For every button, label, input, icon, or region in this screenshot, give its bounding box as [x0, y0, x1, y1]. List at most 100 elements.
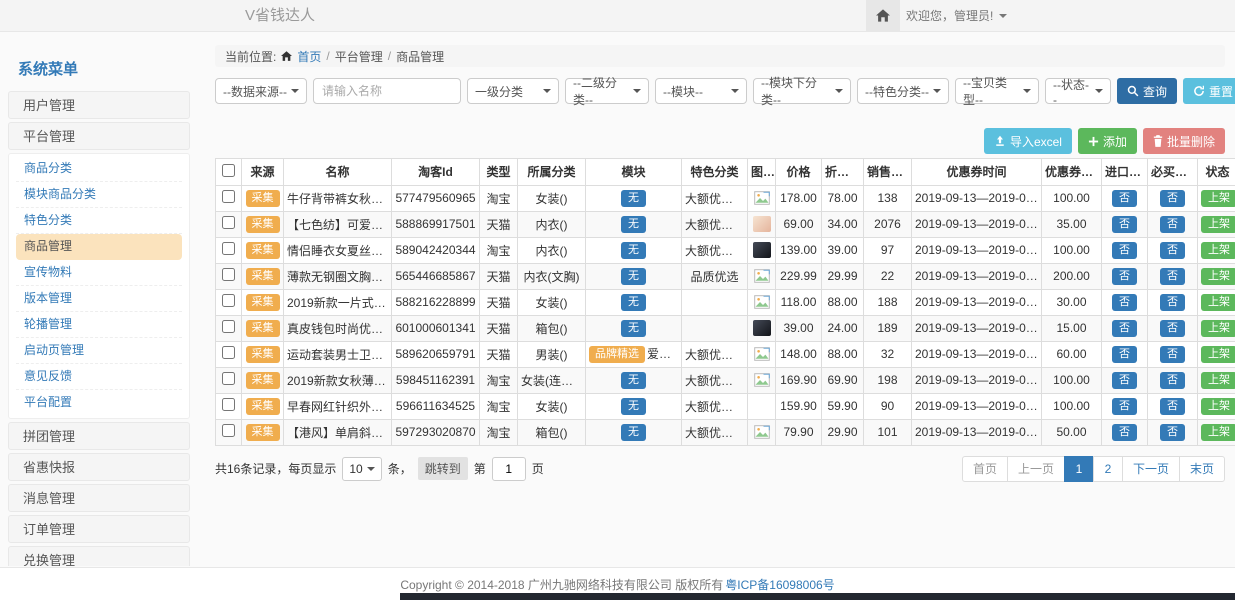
pager-item[interactable]: 首页: [962, 456, 1008, 482]
import-select-toggle[interactable]: 否: [1112, 216, 1137, 233]
item-type-select[interactable]: --宝贝类型--: [955, 78, 1039, 104]
import-select-toggle[interactable]: 否: [1112, 242, 1137, 259]
name-cell: 2019新款女秋薄款...: [284, 367, 392, 393]
must-buy-toggle[interactable]: 否: [1160, 294, 1185, 311]
sidebar-item-module-product-category[interactable]: 模块商品分类: [16, 182, 182, 208]
must-buy-toggle[interactable]: 否: [1160, 268, 1185, 285]
select-all-checkbox[interactable]: [222, 164, 235, 177]
module-none-badge[interactable]: 无: [621, 398, 646, 415]
query-button[interactable]: 查询: [1117, 78, 1177, 104]
status-toggle[interactable]: 上架: [1201, 216, 1235, 233]
feature-category-select[interactable]: --特色分类--: [857, 78, 949, 104]
row-checkbox[interactable]: [222, 398, 235, 411]
module-none-badge[interactable]: 无: [621, 190, 646, 207]
row-checkbox[interactable]: [222, 190, 235, 203]
module-none-badge[interactable]: 无: [621, 424, 646, 441]
coupon-time-cell: 2019-09-13—2019-09-18: [912, 211, 1042, 237]
must-buy-toggle[interactable]: 否: [1160, 398, 1185, 415]
row-checkbox[interactable]: [222, 424, 235, 437]
sidebar-item-version-management[interactable]: 版本管理: [16, 286, 182, 312]
reset-button[interactable]: 重置: [1183, 78, 1235, 104]
sidebar-item-product-management[interactable]: 商品管理: [16, 234, 182, 260]
icp-link[interactable]: 粤ICP备16098006号: [725, 576, 834, 593]
import-select-toggle[interactable]: 否: [1112, 424, 1137, 441]
status-toggle[interactable]: 上架: [1201, 190, 1235, 207]
status-toggle[interactable]: 上架: [1201, 346, 1235, 363]
level2-category-select[interactable]: --二级分类--: [565, 78, 649, 104]
pager-item[interactable]: 下一页: [1122, 456, 1180, 482]
batch-delete-button[interactable]: 批量删除: [1143, 128, 1225, 154]
sidebar-item-feedback[interactable]: 意见反馈: [16, 364, 182, 390]
pager-item[interactable]: 1: [1064, 456, 1094, 482]
table-row: 采集2019新款一片式系...588216228899天猫女装()无118.00…: [216, 289, 1235, 315]
sidebar-item-group-buy-management[interactable]: 拼团管理: [8, 422, 190, 450]
must-buy-toggle[interactable]: 否: [1160, 216, 1185, 233]
sidebar-item-user-management[interactable]: 用户管理: [8, 91, 190, 119]
module-none-badge[interactable]: 无: [621, 320, 646, 337]
records-count: 共16条记录，每页显示: [215, 460, 336, 477]
sidebar-item-promo-material[interactable]: 宣传物料: [16, 260, 182, 286]
sidebar-item-message-management[interactable]: 消息管理: [8, 484, 190, 512]
sidebar-item-carousel-management[interactable]: 轮播管理: [16, 312, 182, 338]
jump-button[interactable]: 跳转到: [418, 457, 468, 480]
module-subcategory-select[interactable]: --模块下分类--: [753, 78, 851, 104]
status-toggle[interactable]: 上架: [1201, 320, 1235, 337]
status-toggle[interactable]: 上架: [1201, 372, 1235, 389]
row-checkbox[interactable]: [222, 242, 235, 255]
pager-item[interactable]: 末页: [1179, 456, 1225, 482]
breadcrumb-home-link[interactable]: 首页: [297, 48, 321, 65]
sidebar-item-splash-page-management[interactable]: 启动页管理: [16, 338, 182, 364]
must-buy-toggle[interactable]: 否: [1160, 424, 1185, 441]
row-checkbox[interactable]: [222, 294, 235, 307]
status-toggle[interactable]: 上架: [1201, 268, 1235, 285]
import-select-toggle[interactable]: 否: [1112, 190, 1137, 207]
module-none-badge[interactable]: 无: [621, 216, 646, 233]
module-none-badge[interactable]: 无: [621, 294, 646, 311]
status-select[interactable]: --状态--: [1045, 78, 1111, 104]
sidebar-item-platform-config[interactable]: 平台配置: [16, 390, 182, 416]
feature-cell: 大额优惠券: [682, 341, 748, 367]
must-buy-toggle[interactable]: 否: [1160, 372, 1185, 389]
status-toggle[interactable]: 上架: [1201, 294, 1235, 311]
import-select-toggle[interactable]: 否: [1112, 346, 1137, 363]
pager-item[interactable]: 2: [1093, 456, 1123, 482]
row-checkbox[interactable]: [222, 216, 235, 229]
level1-category-select[interactable]: 一级分类: [467, 78, 559, 104]
page-number-input[interactable]: [492, 457, 526, 481]
import-select-toggle[interactable]: 否: [1112, 320, 1137, 337]
data-source-select[interactable]: --数据来源--: [215, 78, 307, 104]
sidebar-item-saving-express[interactable]: 省惠快报: [8, 453, 190, 481]
sidebar-item-platform-management[interactable]: 平台管理: [8, 122, 190, 150]
user-menu[interactable]: 欢迎您，管理员!: [906, 0, 1007, 31]
status-toggle[interactable]: 上架: [1201, 242, 1235, 259]
must-buy-toggle[interactable]: 否: [1160, 346, 1185, 363]
sidebar-item-product-category[interactable]: 商品分类: [16, 156, 182, 182]
sidebar-item-feature-category[interactable]: 特色分类: [16, 208, 182, 234]
import-select-toggle[interactable]: 否: [1112, 294, 1137, 311]
per-page-select[interactable]: 10: [342, 457, 381, 481]
status-toggle[interactable]: 上架: [1201, 398, 1235, 415]
import-select-toggle[interactable]: 否: [1112, 268, 1137, 285]
module-none-badge[interactable]: 无: [621, 372, 646, 389]
home-button[interactable]: [866, 0, 900, 31]
import-select-toggle[interactable]: 否: [1112, 398, 1137, 415]
must-buy-toggle[interactable]: 否: [1160, 320, 1185, 337]
import-excel-button[interactable]: 导入excel: [984, 128, 1072, 154]
row-checkbox[interactable]: [222, 268, 235, 281]
must-buy-toggle[interactable]: 否: [1160, 190, 1185, 207]
row-checkbox[interactable]: [222, 320, 235, 333]
row-checkbox[interactable]: [222, 372, 235, 385]
row-checkbox[interactable]: [222, 346, 235, 359]
column-header: 折后价: [822, 159, 864, 186]
module-none-badge[interactable]: 无: [621, 242, 646, 259]
must-buy-toggle[interactable]: 否: [1160, 242, 1185, 259]
sidebar-item-exchange-management[interactable]: 兑换管理: [8, 546, 190, 566]
name-search-input[interactable]: [313, 78, 461, 104]
module-none-badge[interactable]: 无: [621, 268, 646, 285]
add-button[interactable]: 添加: [1078, 128, 1137, 154]
sidebar-item-order-management[interactable]: 订单管理: [8, 515, 190, 543]
status-toggle[interactable]: 上架: [1201, 424, 1235, 441]
pager-item[interactable]: 上一页: [1007, 456, 1065, 482]
module-select[interactable]: --模块--: [655, 78, 747, 104]
import-select-toggle[interactable]: 否: [1112, 372, 1137, 389]
